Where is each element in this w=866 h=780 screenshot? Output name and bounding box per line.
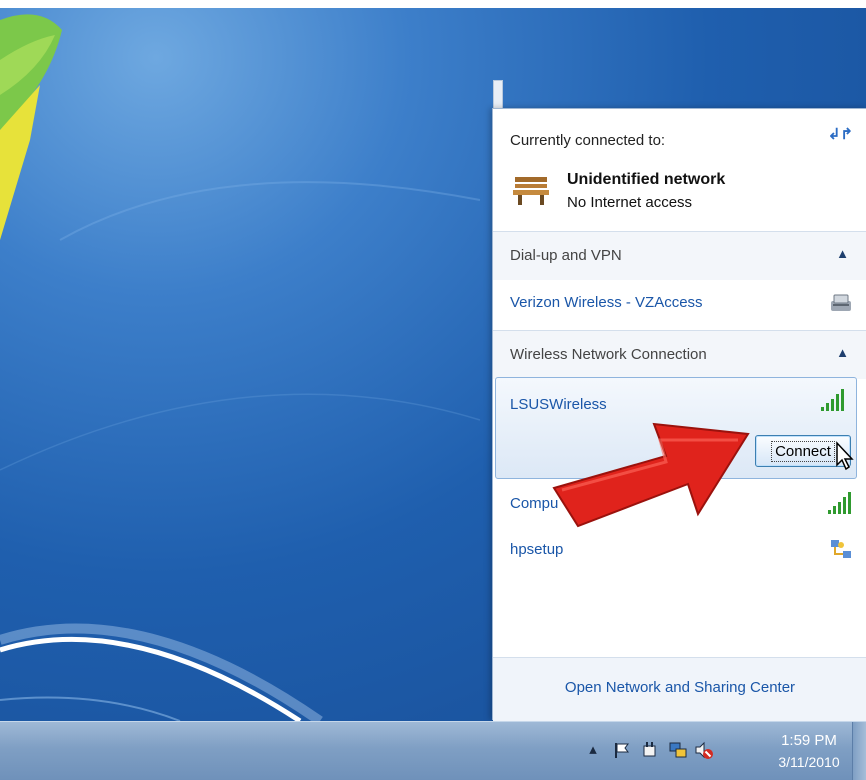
dialup-modem-icon: [831, 294, 851, 311]
current-network-name: Unidentified network: [567, 171, 726, 188]
open-network-sharing-center-link[interactable]: Open Network and Sharing Center: [493, 657, 866, 721]
flyout-grip: [493, 80, 503, 110]
show-desktop-button[interactable]: [852, 722, 866, 780]
red-arrow-graphic: [552, 422, 750, 528]
adhoc-network-icon: [831, 540, 851, 558]
section-wireless-label: Wireless Network Connection: [510, 346, 707, 363]
section-dialup-vpn[interactable]: Dial-up and VPN ▲: [493, 231, 866, 280]
currently-connected-label: Currently connected to:: [510, 132, 666, 149]
network-name: Verizon Wireless - VZAccess: [510, 294, 703, 311]
signal-bars-icon: [821, 389, 844, 411]
signal-bars-icon: [828, 492, 851, 514]
top-strip: [0, 0, 866, 8]
network-icon[interactable]: [668, 740, 688, 760]
clock-date[interactable]: 3/11/2010: [777, 754, 841, 770]
taskbar: ▴ 1:59 PM 3/11/2010: [0, 721, 866, 780]
refresh-icon[interactable]: ↲↱: [828, 125, 853, 143]
chevron-up-icon[interactable]: ▲: [836, 246, 849, 261]
action-center-flag-icon[interactable]: [612, 740, 632, 760]
network-item-verizon[interactable]: Verizon Wireless - VZAccess: [493, 280, 866, 328]
current-network-status: No Internet access: [567, 194, 693, 211]
show-hidden-icon[interactable]: ▴: [583, 740, 603, 760]
section-dialup-label: Dial-up and VPN: [510, 247, 622, 264]
volume-muted-icon[interactable]: [694, 740, 714, 760]
chevron-up-icon[interactable]: ▲: [836, 345, 849, 360]
current-connection: Currently connected to: ↲↱ Unidentified …: [493, 109, 866, 231]
open-network-sharing-center-label: Open Network and Sharing Center: [564, 679, 796, 696]
section-wireless[interactable]: Wireless Network Connection ▲: [493, 330, 866, 379]
bench-network-icon: [513, 177, 549, 205]
mouse-pointer-icon: [836, 441, 854, 471]
power-icon[interactable]: [640, 740, 660, 760]
clock-time[interactable]: 1:59 PM: [777, 732, 841, 749]
connect-button-label: Connect: [771, 440, 835, 462]
